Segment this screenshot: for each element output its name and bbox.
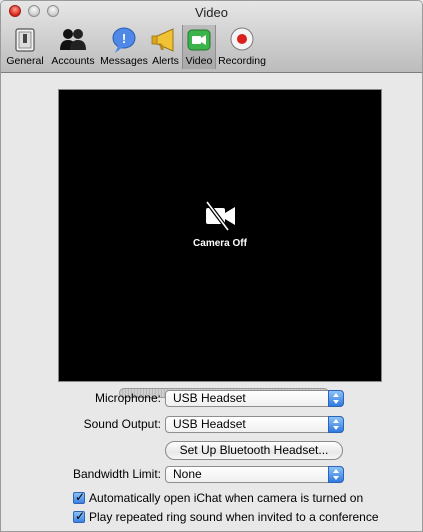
auto-open-checkbox[interactable]: ✓ (73, 490, 86, 504)
svg-text:!: ! (122, 31, 126, 46)
toolbar-item-label: Accounts (51, 55, 95, 67)
toolbar-item-video[interactable]: Video (182, 25, 216, 69)
video-camera-icon (187, 29, 211, 51)
people-icon (60, 29, 86, 50)
toolbar-item-accounts[interactable]: Accounts (47, 25, 99, 69)
chevron-updown-icon (328, 466, 344, 483)
camera-status-label: Camera Off (193, 238, 247, 249)
toolbar-item-alerts[interactable]: Alerts (149, 25, 182, 69)
video-preview: Camera Off (58, 89, 382, 382)
bandwidth-select[interactable]: None (165, 466, 344, 483)
record-icon (230, 27, 254, 51)
repeat-ring-label: Play repeated ring sound when invited to… (89, 510, 379, 524)
titlebar: Video (1, 1, 422, 23)
toolbar-item-label: Alerts (152, 55, 179, 67)
microphone-select[interactable]: USB Headset (165, 390, 344, 407)
checkmark-icon: ✓ (75, 490, 86, 504)
checkmark-icon: ✓ (75, 509, 86, 523)
setup-bluetooth-button[interactable]: Set Up Bluetooth Headset... (165, 441, 343, 460)
speech-bubble-icon: ! (112, 27, 136, 53)
sound-output-select[interactable]: USB Headset (165, 416, 344, 433)
bandwidth-value: None (173, 467, 202, 481)
toolbar-item-recording[interactable]: Recording (216, 25, 268, 69)
toolbar: Video General Accounts ! Messages Alerts… (1, 1, 422, 73)
preferences-window: Video General Accounts ! Messages Alerts… (0, 0, 423, 532)
camera-off-icon (205, 201, 235, 231)
chevron-updown-icon (328, 390, 344, 407)
megaphone-icon (151, 28, 173, 52)
switch-icon (15, 28, 35, 52)
chevron-updown-icon (328, 416, 344, 433)
bandwidth-label: Bandwidth Limit: (72, 467, 161, 481)
sound-output-value: USB Headset (173, 417, 246, 431)
toolbar-item-label: Messages (100, 55, 148, 67)
toolbar-item-label: General (6, 55, 44, 67)
auto-open-label: Automatically open iChat when camera is … (89, 491, 364, 505)
repeat-ring-checkbox[interactable]: ✓ (73, 509, 86, 523)
toolbar-item-label: Video (185, 55, 213, 67)
toolbar-item-messages[interactable]: ! Messages (99, 25, 149, 69)
toolbar-item-label: Recording (218, 55, 266, 67)
sound-output-label: Sound Output: (83, 417, 161, 431)
window-title: Video (194, 5, 228, 20)
toolbar-item-general[interactable]: General (3, 25, 47, 69)
microphone-label: Microphone: (94, 391, 161, 405)
microphone-value: USB Headset (173, 391, 246, 405)
